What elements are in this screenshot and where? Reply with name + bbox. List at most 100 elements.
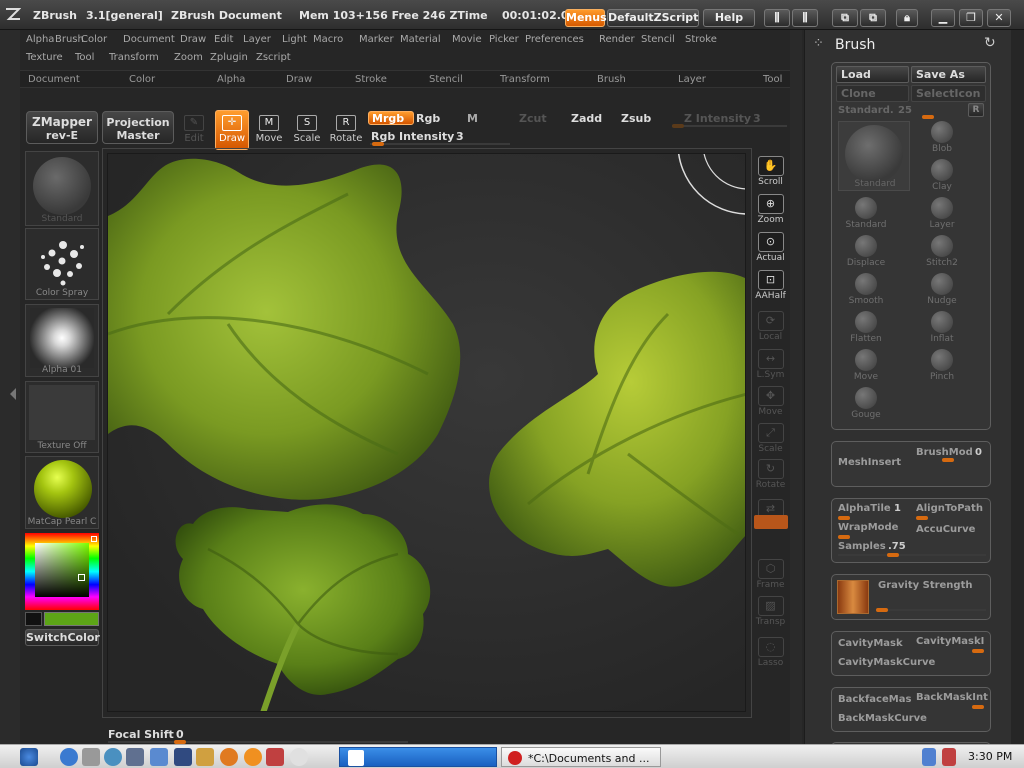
canvas-tool-scale[interactable]: ⤢ Scale: [753, 420, 788, 456]
gravity-knob[interactable]: [876, 608, 888, 612]
canvas-tool-rotate[interactable]: ↻ Rotate: [753, 456, 788, 492]
menu-movie[interactable]: Movie: [452, 34, 482, 45]
rgb-intensity-slider[interactable]: [370, 143, 510, 145]
rgb-button[interactable]: Rgb: [416, 112, 440, 125]
focal-shift-slider[interactable]: [108, 741, 408, 743]
backfacemask-toggle[interactable]: BackfaceMas: [838, 694, 911, 705]
menu-document[interactable]: Document: [123, 34, 175, 45]
brush-move[interactable]: Move: [834, 347, 898, 385]
brush-pinch[interactable]: Pinch: [910, 347, 974, 385]
color-square[interactable]: [35, 543, 89, 597]
layout-toggle-2-icon[interactable]: ⫼: [792, 9, 818, 27]
brush-inflat[interactable]: Inflat: [910, 309, 974, 347]
wrapmode-knob[interactable]: [838, 535, 850, 539]
brush-stitch2[interactable]: Stitch2: [910, 233, 974, 271]
m-button[interactable]: M: [467, 112, 478, 125]
canvas-tool-aahalf[interactable]: ⊡ AAHalf: [753, 267, 788, 303]
projection-master-button[interactable]: Projection Master: [102, 111, 174, 144]
backmaskint-knob[interactable]: [972, 705, 984, 709]
menu-light[interactable]: Light: [282, 34, 307, 45]
menu-layer[interactable]: Layer: [243, 34, 271, 45]
alphatile-knob[interactable]: [838, 516, 850, 520]
xyz-active-indicator[interactable]: [754, 515, 788, 529]
default-zscript-button[interactable]: DefaultZScript: [607, 9, 699, 27]
palette-color[interactable]: Color: [129, 74, 155, 85]
tray-volume-icon[interactable]: [942, 748, 956, 766]
refresh-icon[interactable]: ↻: [984, 35, 996, 51]
brush-smooth[interactable]: Smooth: [834, 271, 898, 309]
menu-macro[interactable]: Macro: [313, 34, 343, 45]
help-button[interactable]: Help: [703, 9, 755, 27]
brush-blob[interactable]: Blob: [910, 119, 974, 157]
select-icon-button[interactable]: SelectIcon: [911, 85, 986, 102]
brush-nudge[interactable]: Nudge: [910, 271, 974, 309]
brush-standard[interactable]: Standard: [834, 195, 898, 233]
tile-windows-icon[interactable]: ⧉: [832, 9, 858, 27]
material-shelf-slot[interactable]: MatCap Pearl C: [25, 456, 99, 529]
layout-toggle-icon[interactable]: ⫼: [764, 9, 790, 27]
brush-palette-handle-icon[interactable]: ⁘: [813, 36, 824, 51]
aligntopath-toggle[interactable]: AlignToPath: [916, 503, 983, 514]
canvas-tool-local[interactable]: ⟳ Local: [753, 308, 788, 344]
brush-layer[interactable]: Layer: [910, 195, 974, 233]
zcut-button[interactable]: Zcut: [519, 112, 547, 125]
menu-brush[interactable]: Brush: [55, 34, 84, 45]
minimize-button[interactable]: ▁: [931, 9, 955, 27]
color-cursor-icon[interactable]: [78, 574, 85, 581]
menu-preferences[interactable]: Preferences: [525, 34, 584, 45]
switch-color-button[interactable]: SwitchColor: [25, 629, 100, 646]
rgb-intensity-knob[interactable]: [372, 142, 384, 146]
menu-draw[interactable]: Draw: [180, 34, 206, 45]
zmapper-button[interactable]: ZMapper rev-E: [26, 111, 98, 144]
texture-shelf-slot[interactable]: Texture Off: [25, 381, 99, 453]
backmaskcurve-button[interactable]: BackMaskCurve: [838, 713, 927, 724]
quicklaunch-settings-icon[interactable]: [220, 748, 238, 766]
menu-tool[interactable]: Tool: [75, 52, 94, 63]
menu-marker[interactable]: Marker: [359, 34, 394, 45]
draw-button[interactable]: ✛ Draw: [215, 110, 249, 150]
meshinsert-button[interactable]: MeshInsert: [838, 457, 901, 468]
primary-color-swatch[interactable]: [44, 612, 99, 626]
canvas-tool-move[interactable]: ✥ Move: [753, 383, 788, 419]
canvas-tool-zoom[interactable]: ⊕ Zoom: [753, 191, 788, 227]
palette-transform[interactable]: Transform: [500, 74, 550, 85]
quicklaunch-search-icon[interactable]: [104, 748, 122, 766]
load-brush-button[interactable]: Load Brush: [836, 66, 909, 96]
canvas-tool-scroll[interactable]: ✋ Scroll: [753, 153, 788, 189]
edit-button[interactable]: ✎ Edit: [177, 111, 211, 151]
canvas-tool-transp[interactable]: ▨ Transp: [753, 593, 788, 629]
stroke-shelf-slot[interactable]: Color Spray: [25, 228, 99, 300]
quicklaunch-calendar-icon[interactable]: [82, 748, 100, 766]
menu-material[interactable]: Material: [400, 34, 441, 45]
menu-stroke[interactable]: Stroke: [685, 34, 717, 45]
quicklaunch-terminal-icon[interactable]: [174, 748, 192, 766]
wrapmode-label[interactable]: WrapMode: [838, 522, 898, 533]
quicklaunch-browser-icon[interactable]: [60, 748, 78, 766]
brush-clay[interactable]: Clay: [910, 157, 974, 195]
quicklaunch-image-icon[interactable]: [126, 748, 144, 766]
canvas-tool-lsym[interactable]: ↔ L.Sym: [753, 346, 788, 382]
menu-color[interactable]: Color: [81, 34, 107, 45]
zsub-button[interactable]: Zsub: [621, 112, 651, 125]
zbrush-task-button[interactable]: [339, 747, 497, 767]
cascade-windows-icon[interactable]: ⧉: [860, 9, 886, 27]
menu-zoom[interactable]: Zoom: [174, 52, 203, 63]
cavitymaskcurve-button[interactable]: CavityMaskCurve: [838, 657, 935, 668]
move-button[interactable]: M Move: [252, 111, 286, 151]
palette-alpha[interactable]: Alpha: [217, 74, 245, 85]
palette-stencil[interactable]: Stencil: [429, 74, 463, 85]
zadd-button[interactable]: Zadd: [571, 112, 602, 125]
menus-button[interactable]: Menus: [565, 9, 607, 27]
menu-transform[interactable]: Transform: [109, 52, 159, 63]
brush-shelf-slot[interactable]: Standard: [25, 151, 99, 226]
menu-picker[interactable]: Picker: [489, 34, 519, 45]
alpha-shelf-slot[interactable]: Alpha 01: [25, 304, 99, 377]
quicklaunch-mail-icon[interactable]: [244, 748, 262, 766]
cavitymask-toggle[interactable]: CavityMask: [838, 638, 903, 649]
accucurve-toggle[interactable]: AccuCurve: [916, 524, 975, 535]
canvas-tool-actual[interactable]: ⊙ Actual: [753, 229, 788, 265]
cavitymaskint-knob[interactable]: [972, 649, 984, 653]
palette-draw[interactable]: Draw: [286, 74, 312, 85]
close-button[interactable]: ✕: [987, 9, 1011, 27]
color-picker[interactable]: [25, 533, 99, 610]
